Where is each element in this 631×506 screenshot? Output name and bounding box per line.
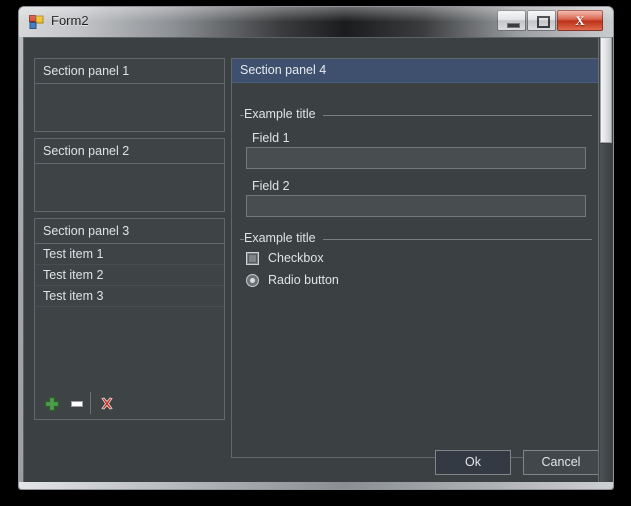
form-client-area: Section panel 1 Section panel 2 Section … (23, 37, 611, 483)
minimize-button[interactable] (497, 10, 526, 31)
window-bottom-edge (19, 482, 613, 489)
group-box-1: Example title (240, 107, 592, 123)
radio-button-icon[interactable] (246, 274, 259, 287)
section-panel-1-header: Section panel 1 (35, 59, 224, 84)
ok-button[interactable]: Ok (435, 450, 511, 475)
checkbox-label: Checkbox (268, 251, 324, 265)
remove-icon[interactable] (68, 395, 86, 413)
form-window: Form2 X Section panel 1 Section panel 2 … (18, 6, 614, 490)
list-item[interactable]: Test item 3 (35, 286, 224, 307)
scrollbar-track[interactable] (600, 144, 612, 483)
vertical-scrollbar[interactable] (598, 37, 613, 483)
checkbox-icon[interactable] (246, 252, 259, 265)
section-panel-1: Section panel 1 (34, 58, 225, 132)
section-panel-2: Section panel 2 (34, 138, 225, 212)
delete-icon[interactable] (98, 395, 116, 413)
cancel-button[interactable]: Cancel (523, 450, 599, 475)
radio-label: Radio button (268, 273, 339, 287)
close-icon: X (575, 13, 585, 28)
section-panel-3-body: Test item 1 Test item 2 Test item 3 (35, 244, 224, 419)
section-panel-3-toolbar (35, 389, 224, 419)
field-2-label: Field 2 (252, 179, 290, 193)
section-panel-2-body (35, 164, 224, 211)
list-item[interactable]: Test item 1 (35, 244, 224, 265)
section-panel-2-header: Section panel 2 (35, 139, 224, 164)
group-box-2: Example title (240, 231, 592, 247)
window-title: Form2 (51, 13, 89, 28)
list-item[interactable]: Test item 2 (35, 265, 224, 286)
scrollbar-thumb[interactable] (600, 37, 612, 143)
form-designer-icon (29, 15, 44, 29)
maximize-button[interactable] (527, 10, 556, 31)
add-icon[interactable] (43, 395, 61, 413)
section-panel-4: Section panel 4 Example title Field 1 Fi… (231, 58, 601, 458)
title-bar[interactable]: Form2 X (19, 7, 613, 37)
field-1-input[interactable] (246, 147, 586, 169)
section-panel-3: Section panel 3 Test item 1 Test item 2 … (34, 218, 225, 420)
field-2-input[interactable] (246, 195, 586, 217)
section-panel-4-header: Section panel 4 (232, 59, 600, 83)
maximize-icon (537, 16, 550, 28)
close-button[interactable]: X (557, 10, 603, 31)
group-label: Example title (244, 231, 323, 245)
toolbar-separator (90, 392, 91, 414)
field-1-label: Field 1 (252, 131, 290, 145)
section-panel-1-body (35, 84, 224, 131)
minimize-icon (507, 23, 520, 28)
section-panel-3-header: Section panel 3 (35, 219, 224, 244)
group-label: Example title (244, 107, 323, 121)
